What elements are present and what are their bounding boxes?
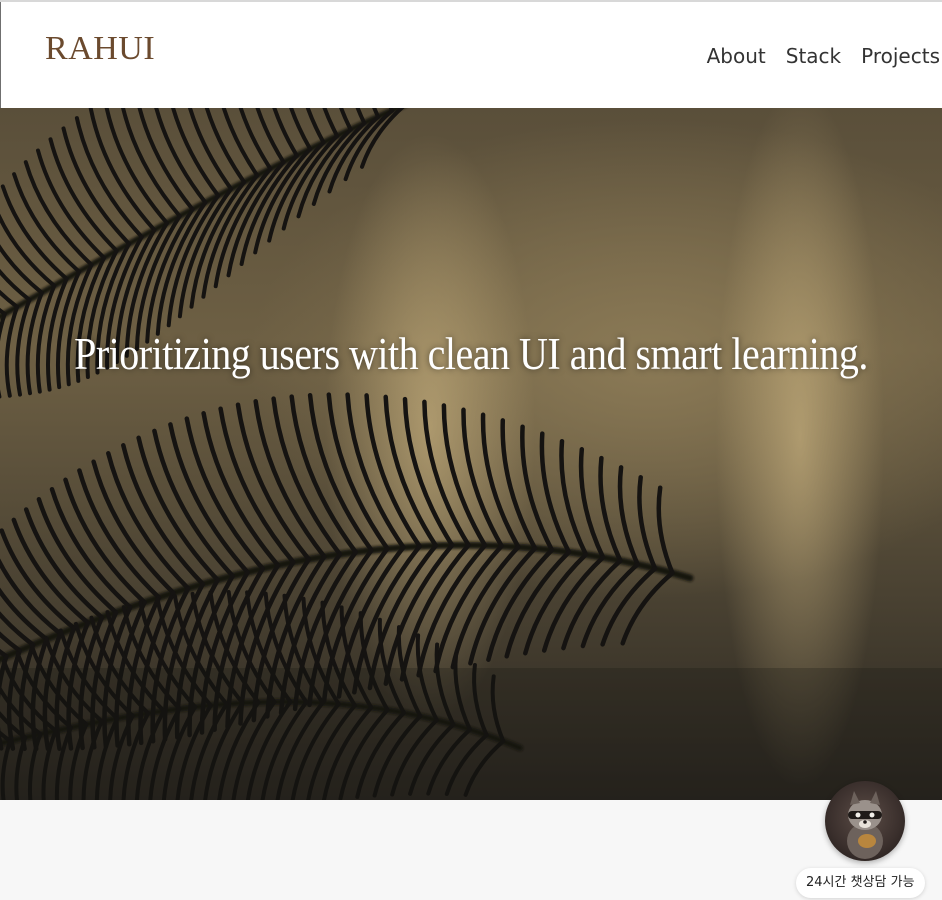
palm-leaflet [383,394,439,548]
hero-headline: Prioritizing users with clean UI and sma… [74,327,868,380]
section-heading-cropped [380,888,560,900]
palm-leaflet [656,485,675,576]
nav-stack-link[interactable]: Stack [786,44,841,68]
palm-leaflet [561,558,623,651]
palm-leaflet [598,455,623,563]
palm-leaflet [580,562,640,649]
main-nav: About Stack Projects [707,44,940,68]
palm-leaflet [620,570,675,646]
palm-leaflet [0,307,7,316]
site-logo[interactable]: RAHUI [45,30,155,68]
palm-silhouette-image [0,108,942,800]
palm-leaflet [372,108,381,119]
raccoon-avatar-icon [847,791,883,859]
site-header: RAHUI About Stack Projects [0,2,942,108]
palm-leaflet [637,475,658,571]
chat-launcher-button[interactable] [825,781,905,861]
nav-about-link[interactable]: About [707,44,766,68]
hero-section: Prioritizing users with clean UI and sma… [0,108,942,800]
palm-leaflet [0,268,32,302]
chat-availability-label[interactable]: 24시간 챗상담 가능 [796,868,925,898]
palm-leaflet [617,465,640,567]
palm-leaflet [364,393,422,549]
nav-projects-link[interactable]: Projects [861,44,940,68]
